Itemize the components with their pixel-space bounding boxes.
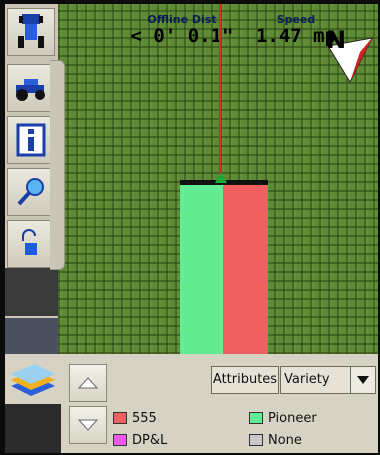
legend-label: None (268, 432, 302, 448)
offline-distance-value: < 0' 0.1" (130, 25, 234, 47)
zoom-icon (17, 178, 44, 206)
tractor-icon (16, 79, 45, 101)
legend-item: None (249, 432, 302, 448)
toolbar-tab[interactable] (50, 60, 65, 270)
legend-label: 555 (132, 410, 157, 426)
heading-arrow-icon (215, 172, 227, 183)
compass-icon[interactable]: N (320, 26, 378, 84)
tractor-top-icon (18, 14, 44, 48)
info-button[interactable] (7, 116, 55, 164)
tractor-top-view-button[interactable] (7, 8, 55, 56)
legend-swatch (113, 434, 127, 446)
toolbar-empty-slot (5, 318, 58, 354)
zoom-button[interactable] (7, 168, 55, 216)
lock-button[interactable] (7, 220, 55, 268)
toolbar-empty-slot (5, 268, 58, 316)
field-map[interactable]: Offline Dist < 0' 0.1" Speed 1.47 mp N (58, 4, 378, 354)
legend-label: DP&L (132, 432, 168, 448)
legend-item: Pioneer (249, 410, 317, 426)
attribute-select-value: Variety (284, 372, 330, 387)
legend-item: 555 (113, 410, 157, 426)
offline-distance-readout: Offline Dist < 0' 0.1" (122, 14, 242, 47)
compass-north-label: N (326, 26, 346, 54)
legend-swatch (113, 412, 127, 424)
attributes-button[interactable]: Attributes (211, 366, 279, 394)
legend-swatch (249, 412, 263, 424)
vehicle-button[interactable] (7, 64, 55, 112)
unlock-icon (22, 229, 37, 255)
scroll-up-button[interactable] (69, 364, 107, 402)
triangle-up-icon (78, 377, 98, 389)
legend-item: DP&L (113, 432, 167, 448)
coverage-strip-555 (223, 181, 268, 354)
chevron-down-icon[interactable] (350, 367, 375, 393)
layers-icon (11, 364, 55, 396)
triangle-down-icon (78, 419, 98, 431)
info-icon (16, 123, 46, 157)
scroll-down-button[interactable] (69, 406, 107, 444)
legend-label: Pioneer (268, 410, 317, 426)
panel-empty-slot (5, 404, 61, 453)
bottom-panel: Attributes Variety 555 Pioneer DP&L None (5, 354, 378, 453)
layers-button[interactable] (5, 354, 61, 404)
legend-swatch (249, 434, 263, 446)
guidance-line (219, 4, 221, 182)
attribute-select[interactable]: Variety (280, 366, 376, 394)
coverage-strip-pioneer (180, 181, 223, 354)
